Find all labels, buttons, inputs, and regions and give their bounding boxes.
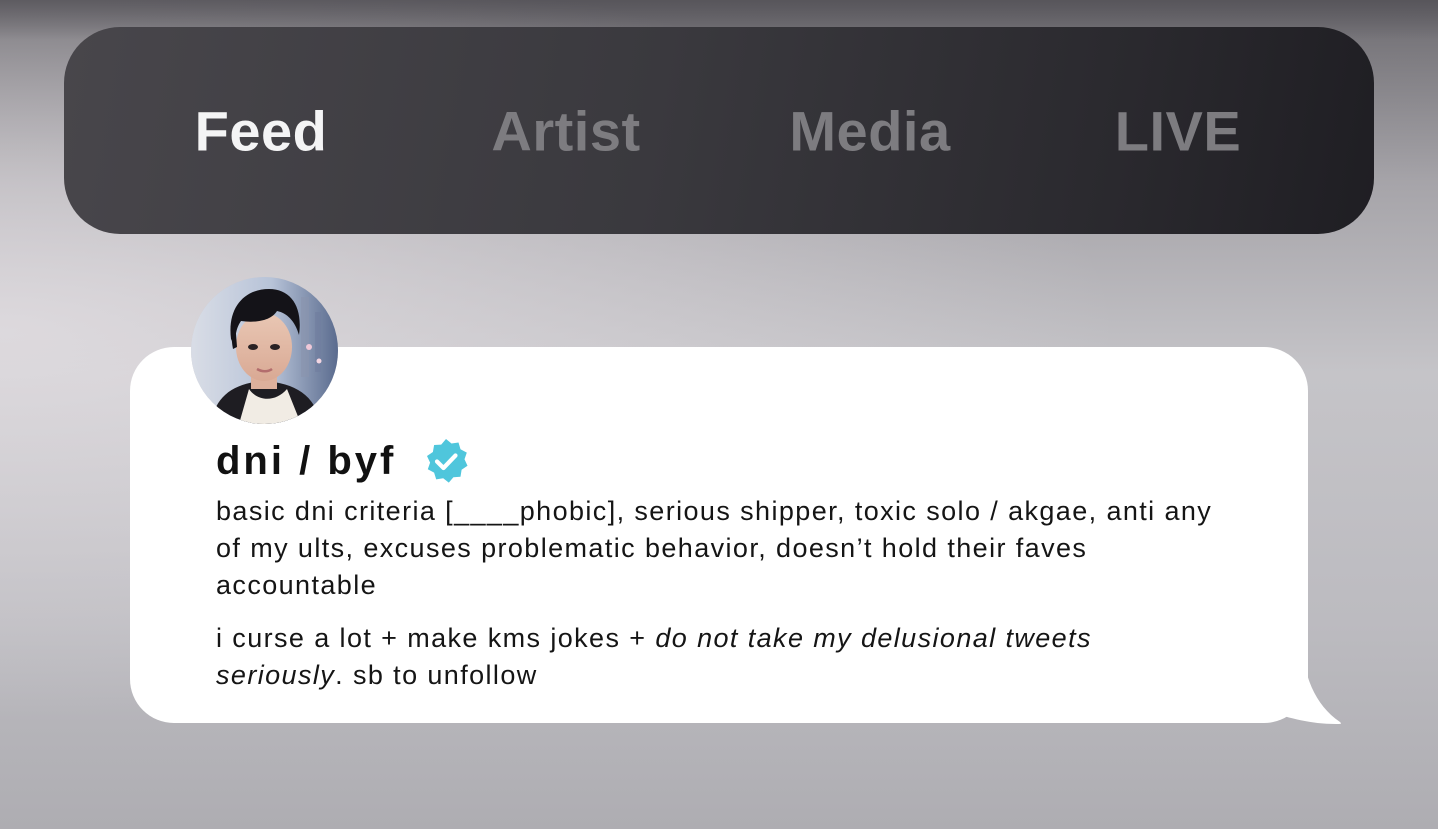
- profile-name-row: dni / byf: [216, 434, 470, 488]
- bio-paragraph-disclaimer: i curse a lot + make kms jokes + do not …: [216, 620, 1216, 694]
- avatar-portrait-image: [191, 277, 338, 424]
- profile-name: dni / byf: [216, 438, 397, 483]
- tab-artist[interactable]: Artist: [491, 98, 640, 163]
- tab-feed[interactable]: Feed: [195, 98, 328, 163]
- bio-disclaimer-text: i curse a lot + make kms jokes +: [216, 623, 656, 653]
- tab-media[interactable]: Media: [789, 98, 950, 163]
- bio-paragraph-criteria: basic dni criteria [____phobic], serious…: [216, 496, 1213, 600]
- profile-bio: basic dni criteria [____phobic], serious…: [216, 493, 1216, 694]
- tab-live[interactable]: LIVE: [1115, 98, 1241, 163]
- verified-badge-icon: [427, 439, 468, 483]
- top-navigation-bar: Feed Artist Media LIVE: [64, 27, 1374, 234]
- bio-disclaimer-end: . sb to unfollow: [335, 660, 538, 690]
- avatar[interactable]: [191, 277, 338, 424]
